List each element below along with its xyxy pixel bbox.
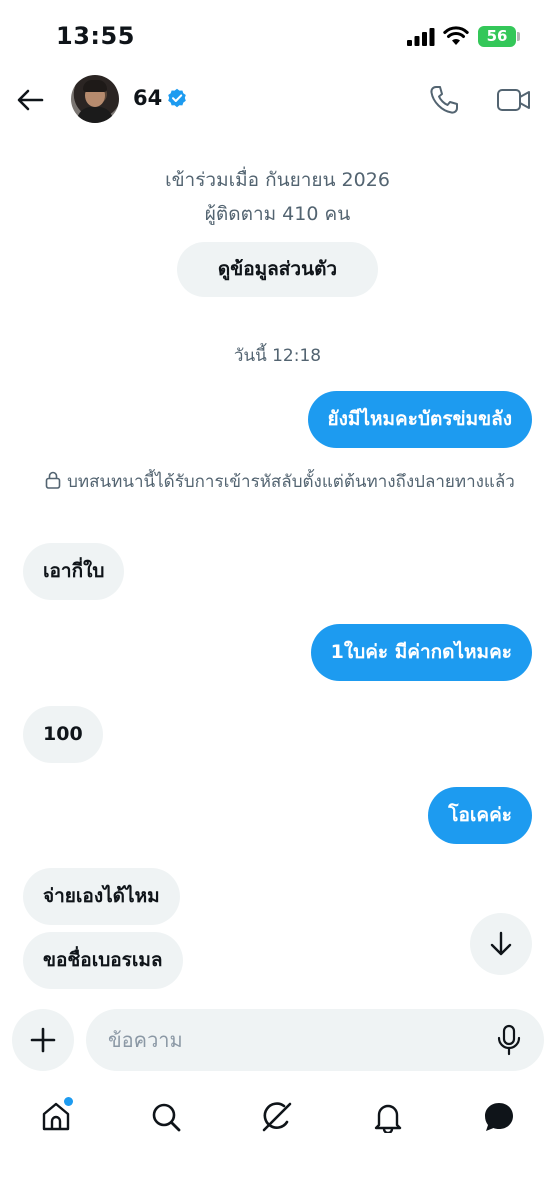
messages-icon [485, 1103, 513, 1131]
nav-search[interactable] [148, 1099, 184, 1135]
phone-icon[interactable] [428, 84, 460, 116]
bell-icon [374, 1104, 402, 1133]
message-input[interactable] [108, 1009, 488, 1071]
status-bar: 13:55 56 [0, 0, 555, 70]
message-bubble-sent[interactable]: โอเคค่ะ [428, 787, 532, 844]
arrow-down-icon [490, 931, 512, 956]
video-camera-icon[interactable] [496, 84, 532, 116]
message-bubble-sent[interactable]: ยังมีไหมคะบัตรข่มขลัง [307, 391, 532, 448]
nav-notifications[interactable] [370, 1099, 406, 1135]
add-attachment-button[interactable] [12, 1009, 74, 1071]
nav-home[interactable] [38, 1097, 74, 1135]
wifi-icon [443, 26, 469, 45]
view-profile-button[interactable]: ดูข้อมูลส่วนตัว [177, 242, 378, 297]
conversation-header: 64 [0, 72, 555, 128]
bottom-navigation [0, 1085, 555, 1155]
follower-count: ผู้ติดตาม 410 คน [204, 203, 351, 225]
message-bubble-received[interactable]: จ่ายเองได้ไหม [23, 868, 180, 925]
battery-indicator: 56 [478, 26, 516, 47]
lock-icon [45, 471, 61, 489]
message-composer [86, 1009, 544, 1071]
message-bubble-received[interactable]: เอากี่ใบ [23, 543, 125, 600]
encryption-notice: บทสนทนานี้ได้รับการเข้ารหัสลับตั้งแต่ต้น… [40, 470, 520, 494]
encryption-text: บทสนทนานี้ได้รับการเข้ารหัสลับตั้งแต่ต้น… [67, 472, 515, 492]
username[interactable]: 64 [133, 86, 162, 110]
signal-icon [407, 28, 435, 46]
message-bubble-sent[interactable]: 1ใบค่ะ มีค่ากดไหมคะ [310, 624, 532, 681]
search-icon [152, 1103, 181, 1132]
arrow-left-icon [17, 89, 44, 111]
joined-date: เข้าร่วมเมื่อ กันยายน 2026 [165, 169, 390, 191]
grok-icon [262, 1102, 292, 1132]
status-time: 13:55 [56, 22, 135, 50]
notification-dot [64, 1097, 73, 1106]
microphone-icon[interactable] [494, 1024, 524, 1056]
verified-badge-icon [168, 88, 186, 108]
nav-messages[interactable] [481, 1099, 517, 1135]
battery-tip [517, 32, 520, 41]
plus-icon [30, 1027, 56, 1053]
back-button[interactable] [12, 82, 48, 118]
nav-grok[interactable] [259, 1099, 295, 1135]
message-bubble-received[interactable]: 100 [23, 706, 103, 763]
message-bubble-received[interactable]: ขอชื่อเบอรเมล [23, 932, 183, 989]
avatar[interactable] [71, 75, 119, 123]
message-date-label: วันนี้ 12:18 [233, 346, 322, 366]
scroll-to-bottom-button[interactable] [470, 913, 532, 975]
